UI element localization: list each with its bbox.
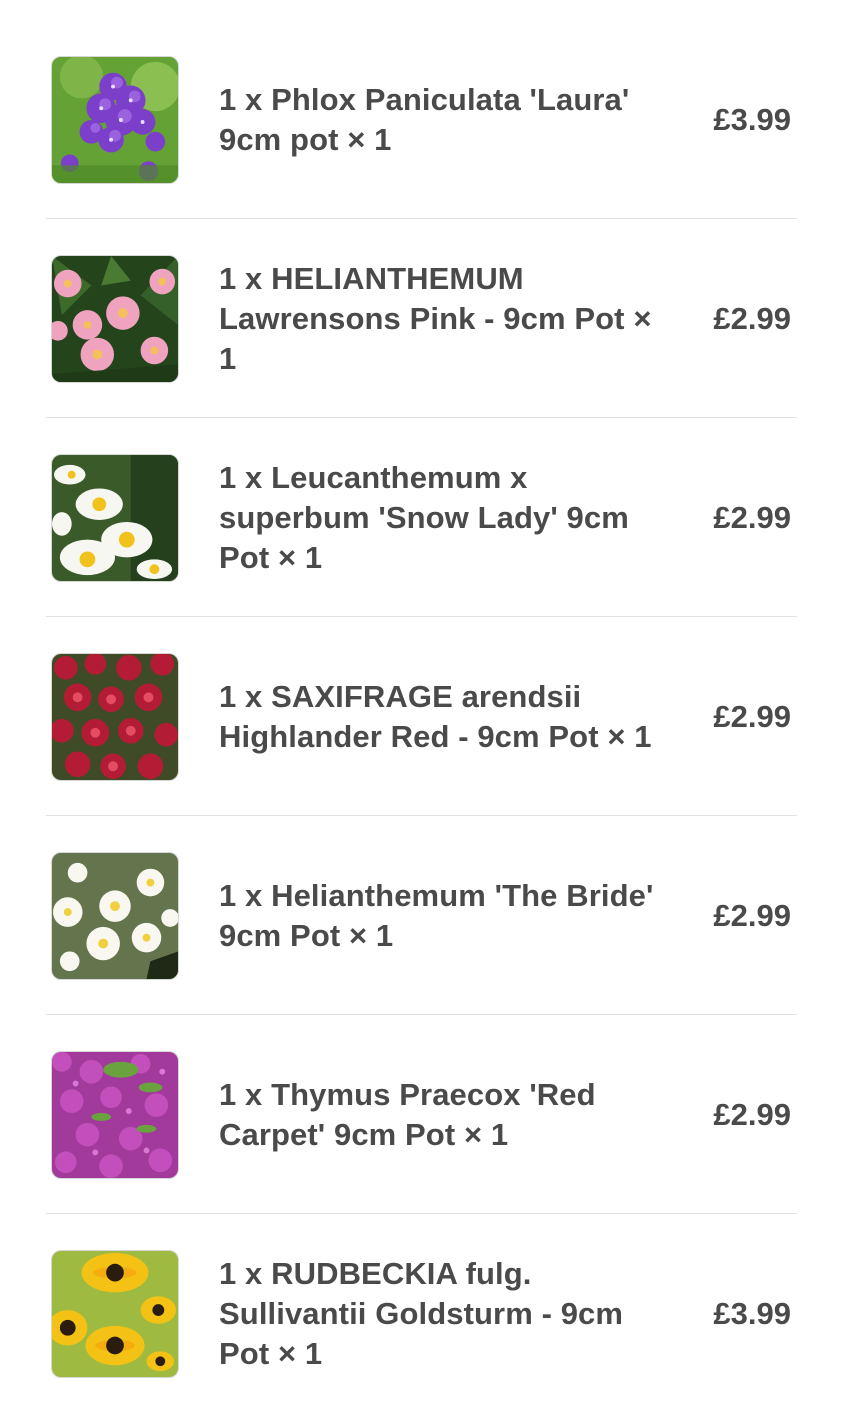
item-title: 1 x RUDBECKIA fulg. Sullivantii Goldstur… bbox=[219, 1255, 624, 1371]
item-price: £2.99 bbox=[713, 499, 791, 535]
order-item-list: 1 x Phlox Paniculata 'Laura' 9cm pot × 1… bbox=[0, 0, 843, 1400]
item-title: 1 x Helianthemum 'The Bride' 9cm Pot × 1 bbox=[219, 877, 654, 953]
helianthemum-bride-photo-icon bbox=[52, 852, 178, 979]
product-thumbnail-phlox[interactable] bbox=[51, 55, 179, 184]
order-item[interactable]: 1 x RUDBECKIA fulg. Sullivantii Goldstur… bbox=[46, 1214, 797, 1413]
order-item[interactable]: 1 x Phlox Paniculata 'Laura' 9cm pot × 1… bbox=[46, 20, 797, 219]
order-item[interactable]: 1 x Helianthemum 'The Bride' 9cm Pot × 1… bbox=[46, 816, 797, 1015]
product-thumbnail-rudbeckia[interactable] bbox=[51, 1249, 179, 1378]
helianthemum-pink-photo-icon bbox=[52, 255, 178, 382]
leucanthemum-photo-icon bbox=[52, 454, 178, 581]
item-price: £3.99 bbox=[713, 101, 791, 137]
order-item[interactable]: 1 x Thymus Praecox 'Red Carpet' 9cm Pot … bbox=[46, 1015, 797, 1214]
item-price: £2.99 bbox=[713, 698, 791, 734]
product-thumbnail-helianthemum-pink[interactable] bbox=[51, 254, 179, 383]
order-item[interactable]: 1 x HELIANTHEMUM Lawrensons Pink - 9cm P… bbox=[46, 219, 797, 418]
thymus-photo-icon bbox=[52, 1051, 178, 1178]
item-title: 1 x Leucanthemum x superbum 'Snow Lady' … bbox=[219, 459, 629, 575]
product-thumbnail-leucanthemum[interactable] bbox=[51, 453, 179, 582]
item-price: £2.99 bbox=[713, 897, 791, 933]
item-price: £2.99 bbox=[713, 300, 791, 336]
product-thumbnail-thymus[interactable] bbox=[51, 1050, 179, 1179]
phlox-photo-icon bbox=[52, 56, 178, 183]
product-thumbnail-saxifrage[interactable] bbox=[51, 652, 179, 781]
rudbeckia-photo-icon bbox=[52, 1250, 178, 1377]
order-item[interactable]: 1 x Leucanthemum x superbum 'Snow Lady' … bbox=[46, 418, 797, 617]
item-title: 1 x HELIANTHEMUM Lawrensons Pink - 9cm P… bbox=[219, 260, 652, 376]
item-title: 1 x SAXIFRAGE arendsii Highlander Red - … bbox=[219, 678, 652, 754]
saxifrage-red-photo-icon bbox=[52, 653, 178, 780]
item-title: 1 x Thymus Praecox 'Red Carpet' 9cm Pot … bbox=[219, 1076, 596, 1152]
order-item[interactable]: 1 x SAXIFRAGE arendsii Highlander Red - … bbox=[46, 617, 797, 816]
item-price: £2.99 bbox=[713, 1096, 791, 1132]
item-title: 1 x Phlox Paniculata 'Laura' 9cm pot × 1 bbox=[219, 81, 630, 157]
product-thumbnail-helianthemum-bride[interactable] bbox=[51, 851, 179, 980]
item-price: £3.99 bbox=[713, 1295, 791, 1331]
